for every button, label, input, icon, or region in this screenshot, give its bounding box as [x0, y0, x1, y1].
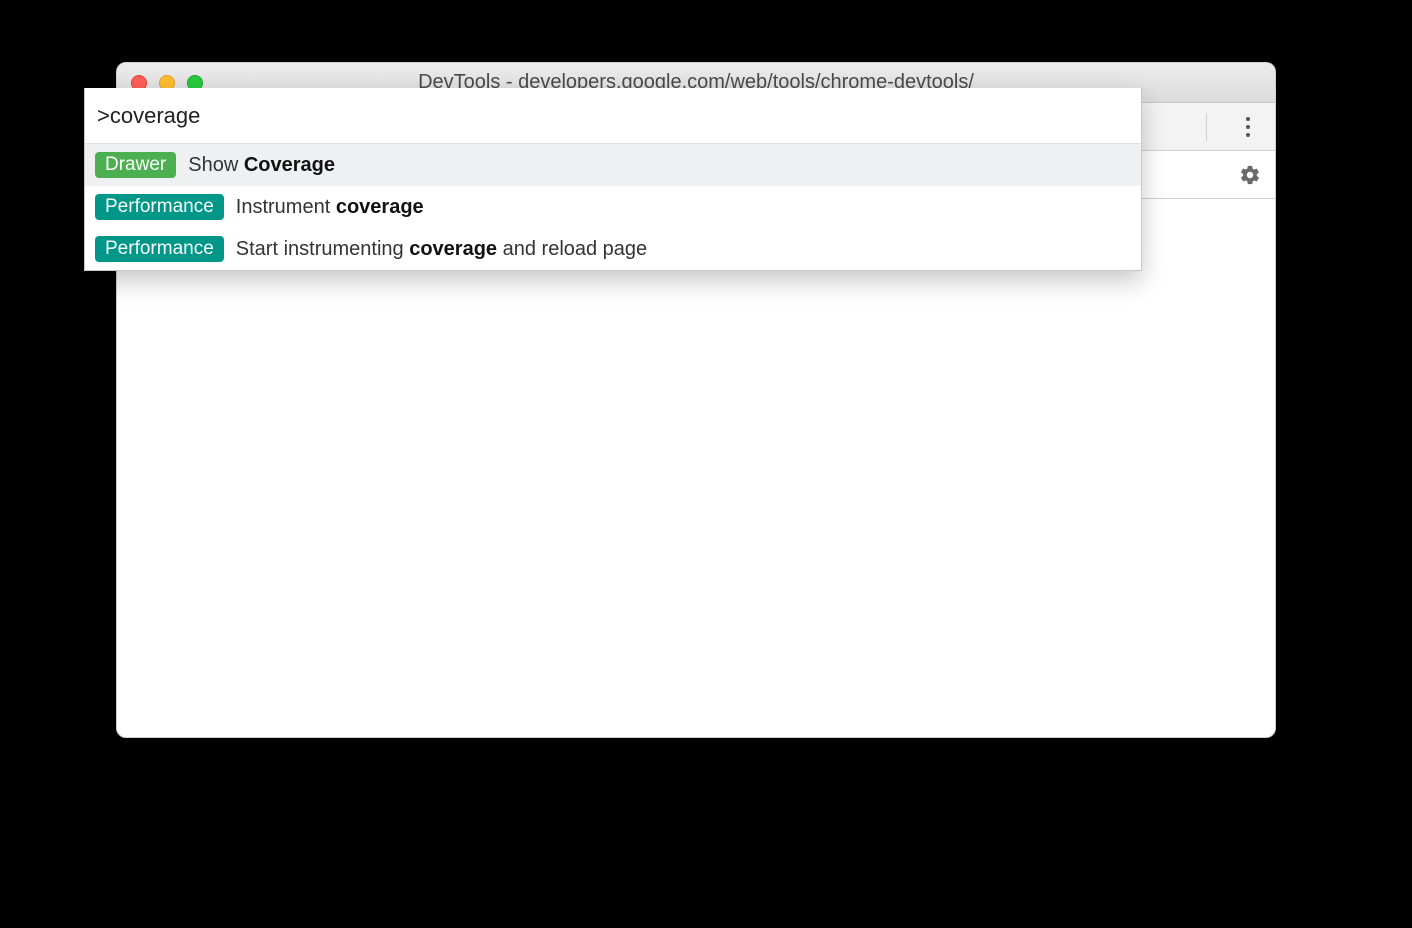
more-options-button[interactable]: [1231, 110, 1265, 144]
command-menu-list: Drawer Show Coverage Performance Instrum…: [85, 144, 1141, 270]
command-item-instrument-coverage[interactable]: Performance Instrument coverage: [85, 186, 1141, 228]
command-item-start-instrumenting[interactable]: Performance Start instrumenting coverage…: [85, 228, 1141, 270]
command-menu-input-row: [85, 88, 1141, 144]
command-text: Start instrumenting coverage and reload …: [236, 238, 647, 261]
toolbar-divider: [1206, 113, 1207, 141]
command-menu: Drawer Show Coverage Performance Instrum…: [84, 88, 1142, 271]
command-item-show-coverage[interactable]: Drawer Show Coverage: [85, 144, 1141, 186]
console-settings-icon[interactable]: [1233, 158, 1267, 192]
console-content: ›: [117, 199, 1275, 737]
command-menu-input[interactable]: [97, 103, 1129, 129]
command-text: Instrument coverage: [236, 196, 424, 219]
command-badge: Performance: [95, 194, 224, 220]
stage: DevTools - developers.google.com/web/too…: [0, 0, 1412, 928]
command-text: Show Coverage: [188, 154, 335, 177]
command-badge: Performance: [95, 236, 224, 262]
command-badge: Drawer: [95, 152, 176, 178]
